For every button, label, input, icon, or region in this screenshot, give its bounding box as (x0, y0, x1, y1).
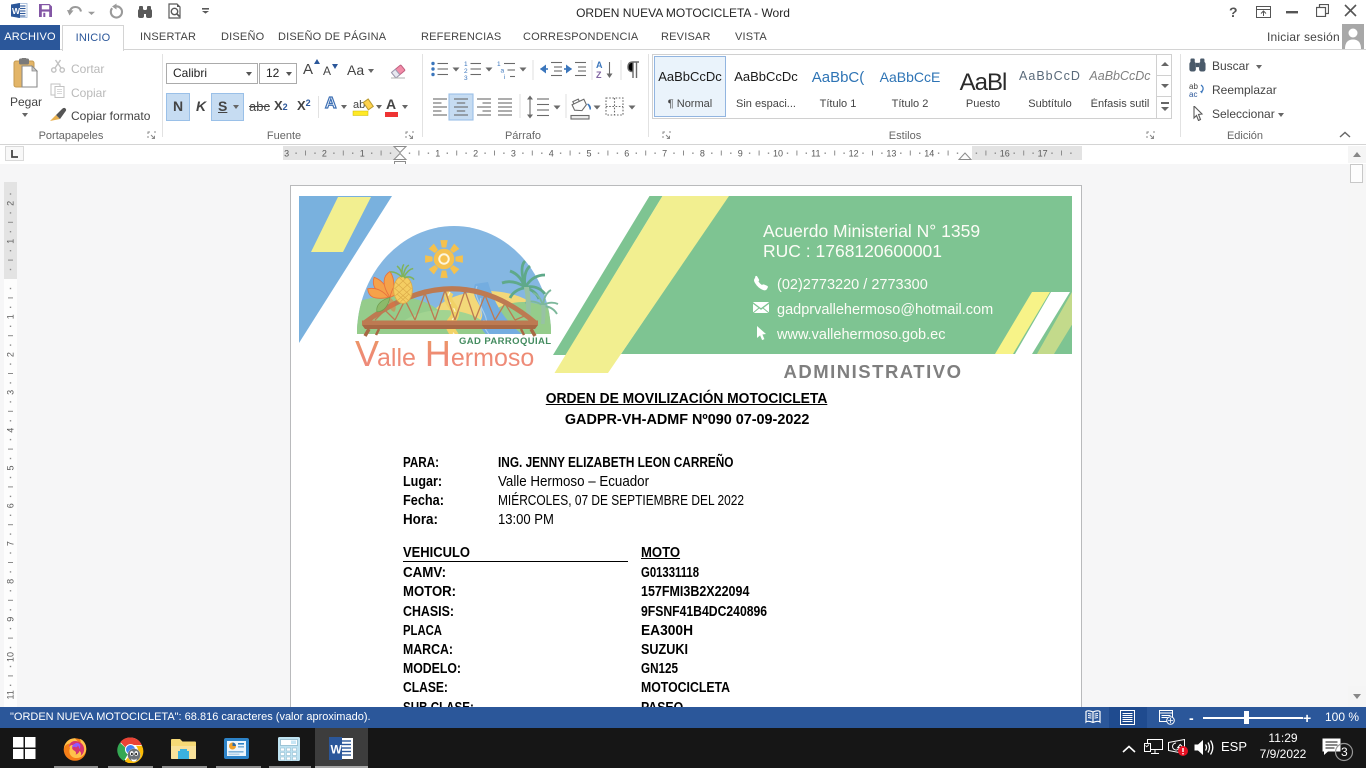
svg-text:i: i (504, 74, 505, 81)
svg-text:1: 1 (6, 239, 16, 244)
svg-text:16: 16 (1000, 149, 1010, 159)
svg-text:13: 13 (886, 149, 896, 159)
svg-text:2: 2 (6, 352, 16, 357)
svg-text:10: 10 (773, 149, 783, 159)
svg-text:W: W (331, 743, 343, 757)
svg-text:4: 4 (549, 149, 554, 159)
svg-text:Z: Z (596, 70, 602, 80)
svg-text:7: 7 (662, 149, 667, 159)
svg-text:5: 5 (586, 149, 591, 159)
svg-text:9: 9 (6, 617, 16, 622)
svg-text:11: 11 (811, 149, 820, 159)
svg-text:10: 10 (6, 652, 16, 662)
svg-text:3: 3 (6, 390, 16, 395)
svg-text:A: A (596, 60, 603, 70)
svg-text:3: 3 (284, 149, 289, 159)
svg-text:7: 7 (6, 541, 16, 546)
svg-text:3: 3 (511, 149, 516, 159)
svg-text:12: 12 (849, 149, 859, 159)
svg-text:3: 3 (1341, 745, 1348, 759)
svg-text:14: 14 (924, 149, 934, 159)
svg-text:2: 2 (322, 149, 327, 159)
svg-text:2: 2 (473, 149, 478, 159)
svg-text:3: 3 (464, 75, 468, 82)
svg-text:17: 17 (1038, 149, 1048, 159)
svg-text:1: 1 (6, 314, 16, 319)
svg-text:6: 6 (624, 149, 629, 159)
svg-text:1: 1 (360, 149, 365, 159)
svg-text:4: 4 (6, 428, 16, 433)
svg-text:1: 1 (464, 61, 468, 68)
svg-text:2: 2 (464, 68, 468, 75)
svg-text:5: 5 (6, 465, 16, 470)
svg-text:8: 8 (6, 579, 16, 584)
svg-text:1: 1 (435, 149, 440, 159)
svg-text:6: 6 (6, 503, 16, 508)
svg-text:2: 2 (6, 201, 16, 206)
svg-text:8: 8 (700, 149, 705, 159)
svg-text:11: 11 (6, 690, 16, 699)
svg-text:ab: ab (353, 99, 365, 111)
svg-text:ac: ac (1189, 90, 1197, 97)
svg-text:9: 9 (738, 149, 743, 159)
